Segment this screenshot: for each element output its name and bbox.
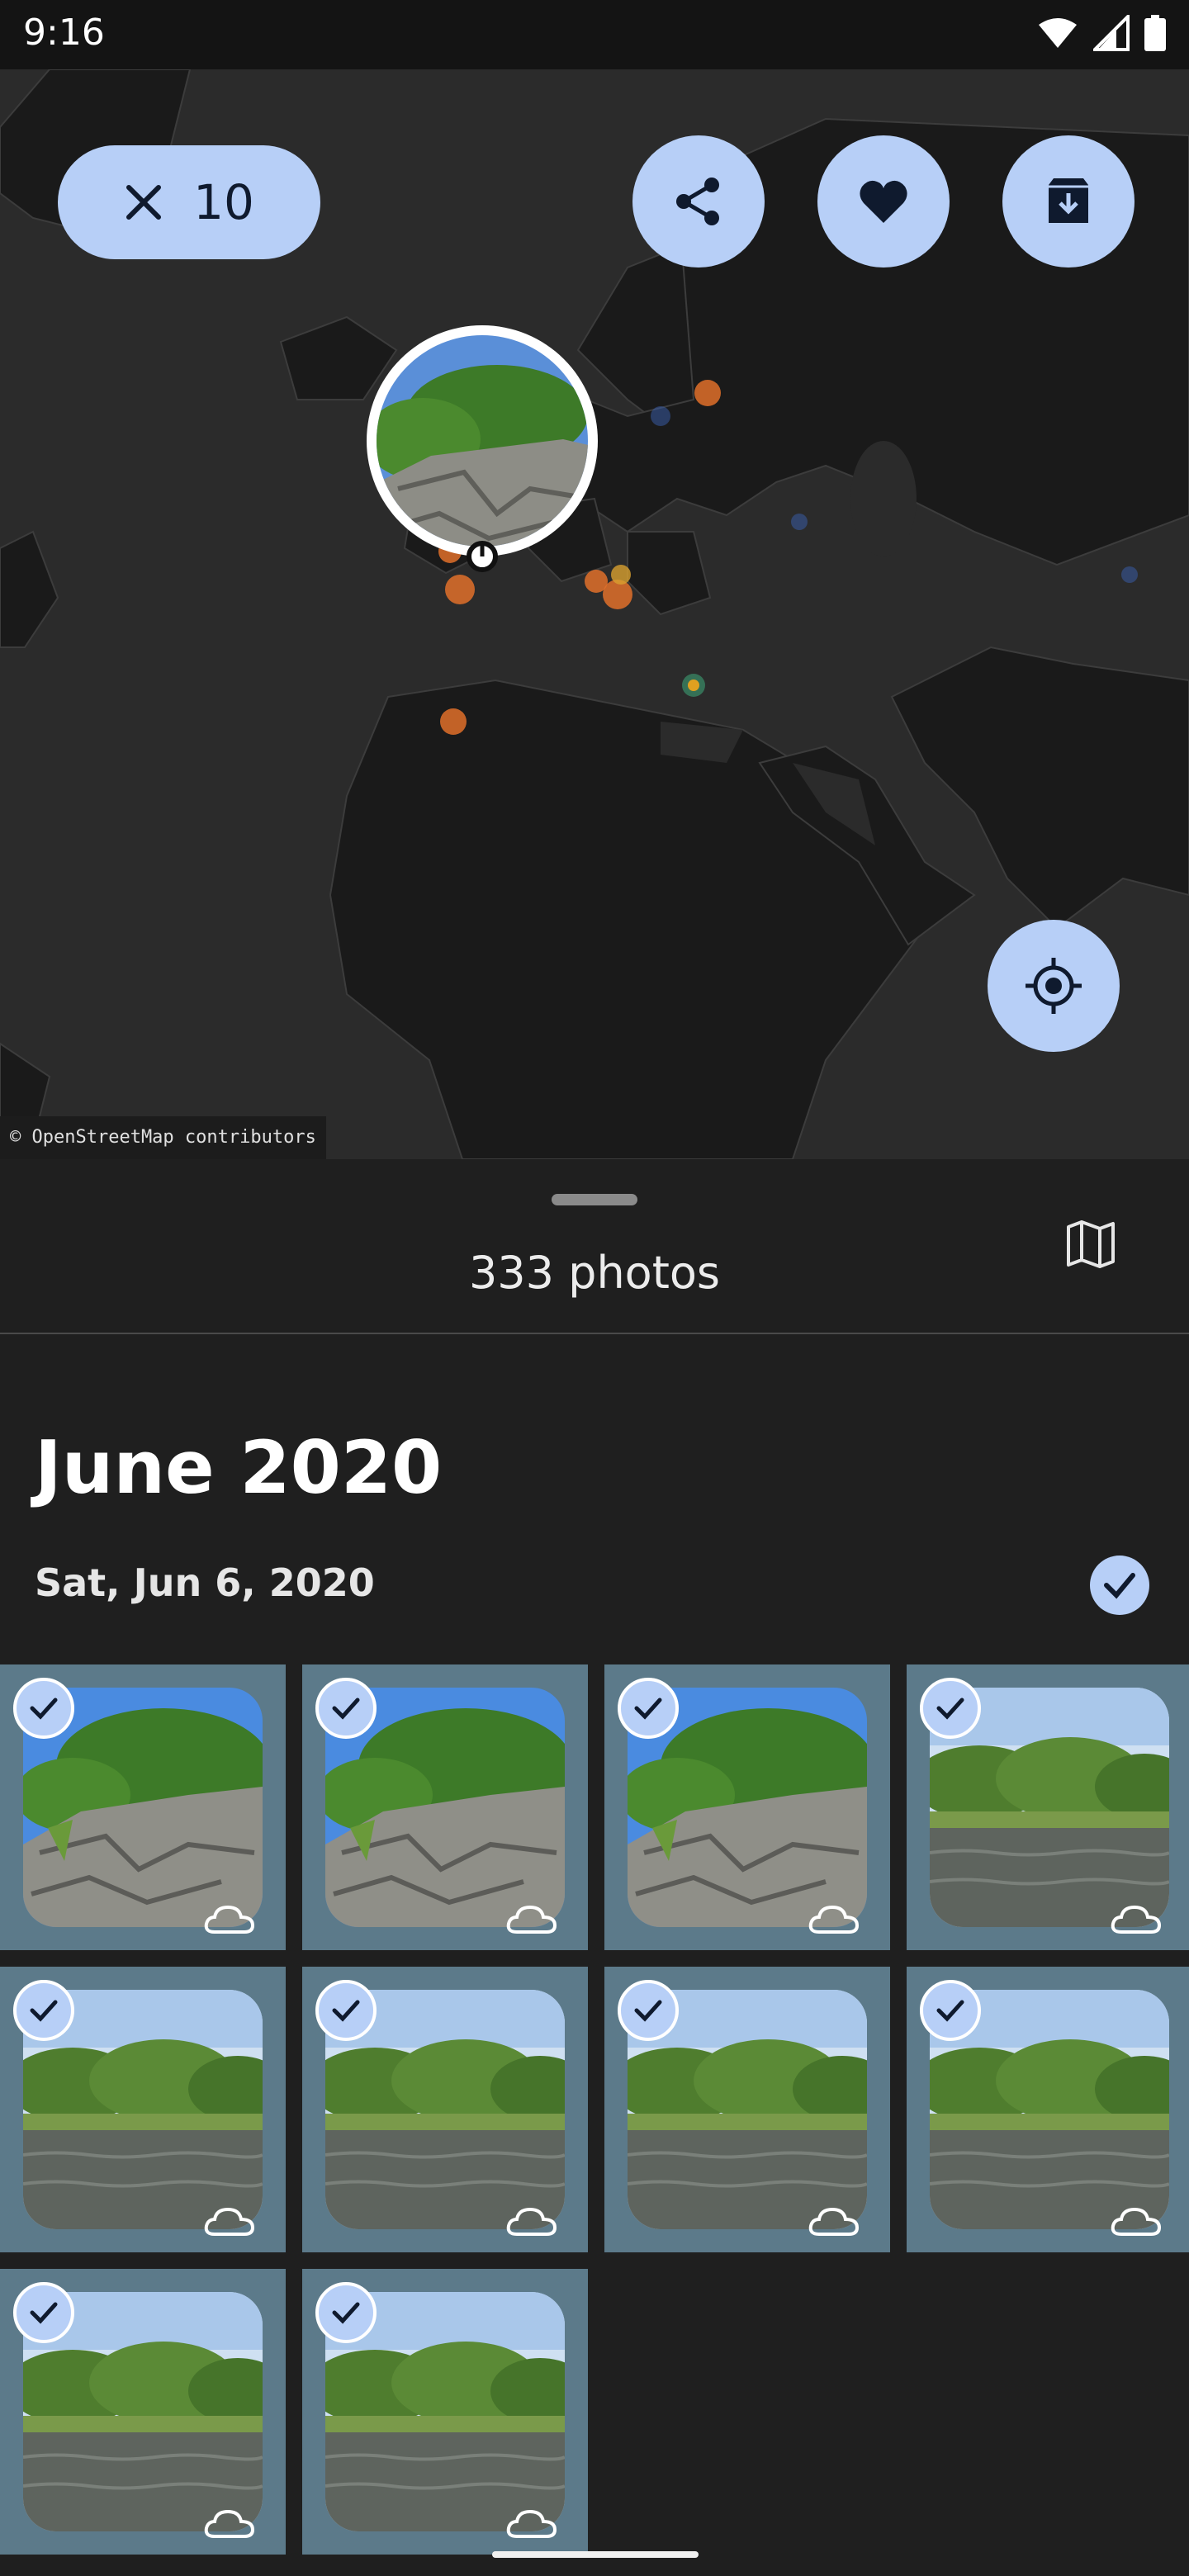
photo-tile[interactable] <box>604 1967 890 2252</box>
check-icon <box>634 2000 662 2022</box>
photo-tile[interactable] <box>0 1967 286 2252</box>
heart-icon <box>860 180 907 223</box>
battery-icon <box>1144 15 1166 51</box>
check-icon <box>1104 1573 1135 1599</box>
archive-button[interactable] <box>1002 135 1135 268</box>
cloud-icon <box>506 2509 557 2538</box>
check-icon <box>332 2000 360 2022</box>
map-icon <box>1067 1220 1115 1268</box>
cloud-icon <box>204 1905 255 1934</box>
check-icon <box>30 2000 58 2022</box>
photo-map-pin[interactable] <box>365 324 599 621</box>
cloud-icon <box>506 1905 557 1934</box>
month-heading: June 2020 <box>35 1425 443 1510</box>
selected-check[interactable] <box>13 2282 74 2343</box>
photo-tile[interactable] <box>907 1967 1189 2252</box>
selected-check[interactable] <box>618 1678 679 1739</box>
my-location-icon <box>1026 958 1082 1014</box>
wifi-icon <box>1039 18 1077 48</box>
selected-check[interactable] <box>920 1678 981 1739</box>
cloud-icon <box>1111 2207 1162 2236</box>
day-heading: Sat, Jun 6, 2020 <box>35 1560 375 1605</box>
archive-icon <box>1049 178 1088 223</box>
photo-count: 333 photos <box>468 1247 721 1299</box>
check-icon <box>332 2302 360 2324</box>
cloud-icon <box>204 2509 255 2538</box>
photo-tile[interactable] <box>907 1664 1189 1950</box>
share-button[interactable] <box>632 135 765 268</box>
favorite-button[interactable] <box>817 135 950 268</box>
cloud-icon <box>808 1905 860 1934</box>
selected-check[interactable] <box>315 2282 377 2343</box>
gesture-nav-bar[interactable] <box>492 2551 699 2558</box>
photo-tile[interactable] <box>0 2269 286 2555</box>
check-icon <box>936 1698 964 1720</box>
clear-selection-button[interactable]: 10 <box>58 145 320 259</box>
my-location-button[interactable] <box>988 920 1120 1052</box>
check-icon <box>332 1698 360 1720</box>
status-time: 9:16 <box>23 12 105 54</box>
status-icons <box>1037 15 1166 51</box>
cloud-icon <box>1111 1905 1162 1934</box>
cloud-icon <box>506 2207 557 2236</box>
cloud-icon <box>204 2207 255 2236</box>
selected-check[interactable] <box>315 1980 377 2041</box>
selected-check[interactable] <box>618 1980 679 2041</box>
signal-icon <box>1093 15 1130 51</box>
selected-check[interactable] <box>315 1678 377 1739</box>
photo-tile[interactable] <box>0 1664 286 1950</box>
photo-tile[interactable] <box>302 2269 588 2555</box>
cloud-icon <box>808 2207 860 2236</box>
drag-handle[interactable] <box>552 1194 637 1205</box>
check-icon <box>30 1698 58 1720</box>
share-icon <box>676 178 719 225</box>
selected-check[interactable] <box>920 1980 981 2041</box>
select-day-checkbox[interactable] <box>1090 1556 1149 1615</box>
photo-tile[interactable] <box>302 1664 588 1950</box>
photo-tile[interactable] <box>604 1664 890 1950</box>
selected-check[interactable] <box>13 1678 74 1739</box>
check-icon <box>30 2302 58 2324</box>
close-icon <box>126 185 162 220</box>
status-bar <box>0 0 1189 69</box>
check-icon <box>936 2000 964 2022</box>
map-toggle-button[interactable] <box>1065 1219 1116 1270</box>
map-attribution[interactable]: © OpenStreetMap contributors <box>0 1116 326 1159</box>
selection-count: 10 <box>193 174 254 230</box>
photo-tile[interactable] <box>302 1967 588 2252</box>
check-icon <box>634 1698 662 1720</box>
selected-check[interactable] <box>13 1980 74 2041</box>
